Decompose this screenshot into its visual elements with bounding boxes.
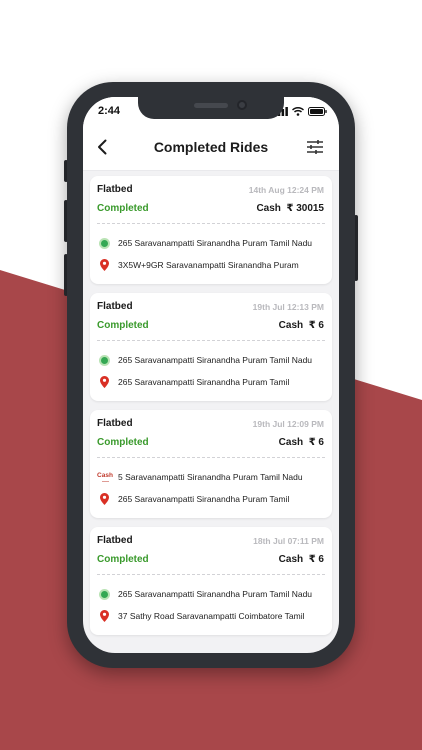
vehicle-type: Flatbed (97, 535, 133, 546)
fare-amount: ₹ 6 (308, 320, 324, 331)
drop-address: 265 Saravanampatti Siranandha Puram Tami… (118, 494, 290, 504)
dashed-divider (97, 574, 325, 575)
ride-card[interactable]: Flatbed 14th Aug 12:24 PM Completed Cash… (90, 176, 332, 284)
payment-method: Cash (278, 320, 304, 331)
wifi-icon (292, 107, 304, 116)
map-pin-icon (99, 493, 109, 505)
vehicle-type: Flatbed (97, 418, 133, 429)
front-camera (237, 100, 247, 110)
ride-card[interactable]: Flatbed 19th Jul 12:09 PM Completed Cash… (90, 410, 332, 518)
ride-status: Completed (97, 320, 149, 331)
sliders-icon[interactable] (305, 137, 325, 157)
status-time: 2:44 (98, 105, 121, 117)
cash-tag-icon: Cash (97, 472, 113, 482)
ride-fare: Cash ₹ 6 (279, 437, 324, 448)
app-bar: Completed Rides (83, 127, 339, 171)
pickup-location: 265 Saravanampatti Siranandha Puram Tami… (97, 587, 326, 601)
fare-amount: ₹ 6 (308, 554, 324, 565)
drop-location: 265 Saravanampatti Siranandha Puram Tami… (97, 375, 326, 389)
ride-date: 19th Jul 12:13 PM (252, 302, 324, 312)
pickup-location: 265 Saravanampatti Siranandha Puram Tami… (97, 236, 326, 250)
dashed-divider (97, 223, 325, 224)
speaker-grille (194, 103, 228, 108)
map-pin-icon (99, 610, 109, 622)
pickup-location: 265 Saravanampatti Siranandha Puram Tami… (97, 353, 326, 367)
ride-fare: Cash ₹ 30015 (256, 203, 324, 214)
ride-status: Completed (97, 554, 149, 565)
ride-fare: Cash ₹ 6 (279, 554, 324, 565)
drop-address: 265 Saravanampatti Siranandha Puram Tami… (118, 377, 290, 387)
ride-date: 18th Jul 07:11 PM (253, 536, 324, 546)
ride-status: Completed (97, 203, 149, 214)
dashed-divider (97, 340, 325, 341)
drop-address: 37 Sathy Road Saravanampatti Coimbatore … (118, 611, 305, 621)
battery-icon (308, 107, 327, 116)
drop-location: 265 Saravanampatti Siranandha Puram Tami… (97, 492, 326, 506)
ride-status: Completed (97, 437, 149, 448)
pickup-location: Cash 5 Saravanampatti Siranandha Puram T… (97, 467, 326, 487)
payment-method: Cash (278, 554, 304, 565)
pickup-address: 5 Saravanampatti Siranandha Puram Tamil … (118, 472, 303, 482)
green-dot-icon (98, 237, 110, 249)
drop-location: 3X5W+9GR Saravanampatti Siranandha Puram (97, 258, 326, 272)
green-dot-icon (98, 588, 110, 600)
payment-method: Cash (278, 437, 304, 448)
dashed-divider (97, 457, 325, 458)
ride-date: 19th Jul 12:09 PM (252, 419, 324, 429)
phone-screen: 2:44 Completed Rides Flatbed 14th Aug 12… (83, 97, 339, 653)
ride-fare: Cash ₹ 6 (279, 320, 324, 331)
pickup-address: 265 Saravanampatti Siranandha Puram Tami… (118, 589, 313, 599)
app-store-screenshot: 2:44 Completed Rides Flatbed 14th Aug 12… (0, 0, 422, 750)
ride-card[interactable]: Flatbed 19th Jul 12:13 PM Completed Cash… (90, 293, 332, 401)
vehicle-type: Flatbed (97, 301, 133, 312)
pickup-address: 265 Saravanampatti Siranandha Puram Tami… (118, 238, 313, 248)
drop-location: 37 Sathy Road Saravanampatti Coimbatore … (97, 609, 326, 623)
fare-amount: ₹ 6 (308, 437, 324, 448)
map-pin-icon (99, 376, 109, 388)
ride-date: 14th Aug 12:24 PM (248, 185, 324, 195)
pickup-address: 265 Saravanampatti Siranandha Puram Tami… (118, 355, 313, 365)
fare-amount: ₹ 30015 (286, 203, 324, 214)
drop-address: 3X5W+9GR Saravanampatti Siranandha Puram (118, 260, 299, 270)
map-pin-icon (99, 259, 109, 271)
green-dot-icon (98, 354, 110, 366)
payment-method: Cash (256, 203, 281, 214)
ride-card[interactable]: Flatbed 18th Jul 07:11 PM Completed Cash… (90, 527, 332, 635)
phone-notch (138, 97, 284, 119)
page-title: Completed Rides (153, 139, 269, 155)
vehicle-type: Flatbed (97, 184, 133, 195)
